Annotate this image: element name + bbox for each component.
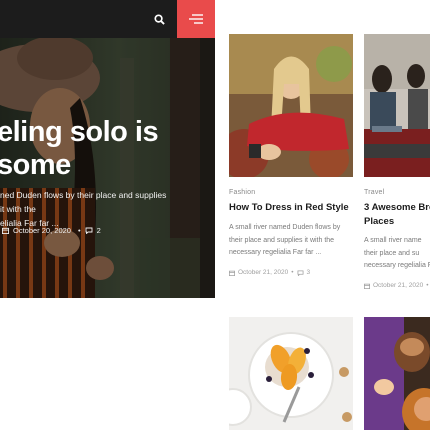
post-meta: October 21, 2020 •	[364, 282, 429, 289]
post-card-image[interactable]	[229, 34, 353, 177]
top-navigation-bar	[0, 0, 215, 38]
post-image-food-bowl	[229, 317, 353, 430]
post-meta: October 21, 2020 • 3	[229, 269, 310, 276]
post-card-image[interactable]	[364, 34, 430, 177]
comment-icon	[297, 269, 304, 276]
search-icon	[153, 13, 165, 25]
post-date[interactable]: October 21, 2020	[373, 282, 423, 289]
featured-post[interactable]: eling solo is some ned Duden flows by th…	[0, 38, 215, 298]
post-category[interactable]: Travel	[364, 189, 384, 196]
post-image-travel	[364, 34, 430, 177]
menu-button[interactable]	[177, 0, 215, 38]
featured-post-title[interactable]: eling solo is some	[0, 116, 215, 182]
search-button[interactable]	[142, 0, 176, 38]
post-category[interactable]: Fashion	[229, 189, 255, 196]
post-image-red-style	[229, 34, 353, 177]
comment-icon	[85, 227, 93, 234]
post-title[interactable]: 3 Awesome Brea Places	[364, 201, 430, 229]
post-image-friends	[364, 317, 430, 430]
hamburger-menu-icon	[189, 14, 203, 24]
featured-post-excerpt: ned Duden flows by their place and suppl…	[0, 190, 167, 228]
featured-post-meta: October 20, 2020 • 2	[2, 226, 101, 235]
calendar-icon	[2, 227, 9, 234]
post-date[interactable]: October 21, 2020	[238, 269, 288, 276]
post-card[interactable]: Fashion How To Dress in Red Style A smal…	[229, 34, 353, 284]
featured-post-comment-count[interactable]: 2	[97, 226, 101, 235]
post-excerpt: A small river named Duden flows by their…	[229, 224, 341, 256]
post-comment-count[interactable]: 3	[307, 269, 311, 276]
post-excerpt: A small river name their place and su ne…	[364, 237, 430, 269]
post-title[interactable]: How To Dress in Red Style	[229, 201, 353, 215]
calendar-icon	[364, 283, 370, 289]
blog-page: eling solo is some ned Duden flows by th…	[0, 0, 430, 430]
post-card-image[interactable]	[364, 317, 430, 430]
post-card-image[interactable]	[229, 317, 353, 430]
featured-post-date[interactable]: October 20, 2020	[13, 226, 71, 235]
calendar-icon	[229, 270, 235, 276]
post-card[interactable]: Travel 3 Awesome Brea Places A small riv…	[364, 34, 430, 289]
